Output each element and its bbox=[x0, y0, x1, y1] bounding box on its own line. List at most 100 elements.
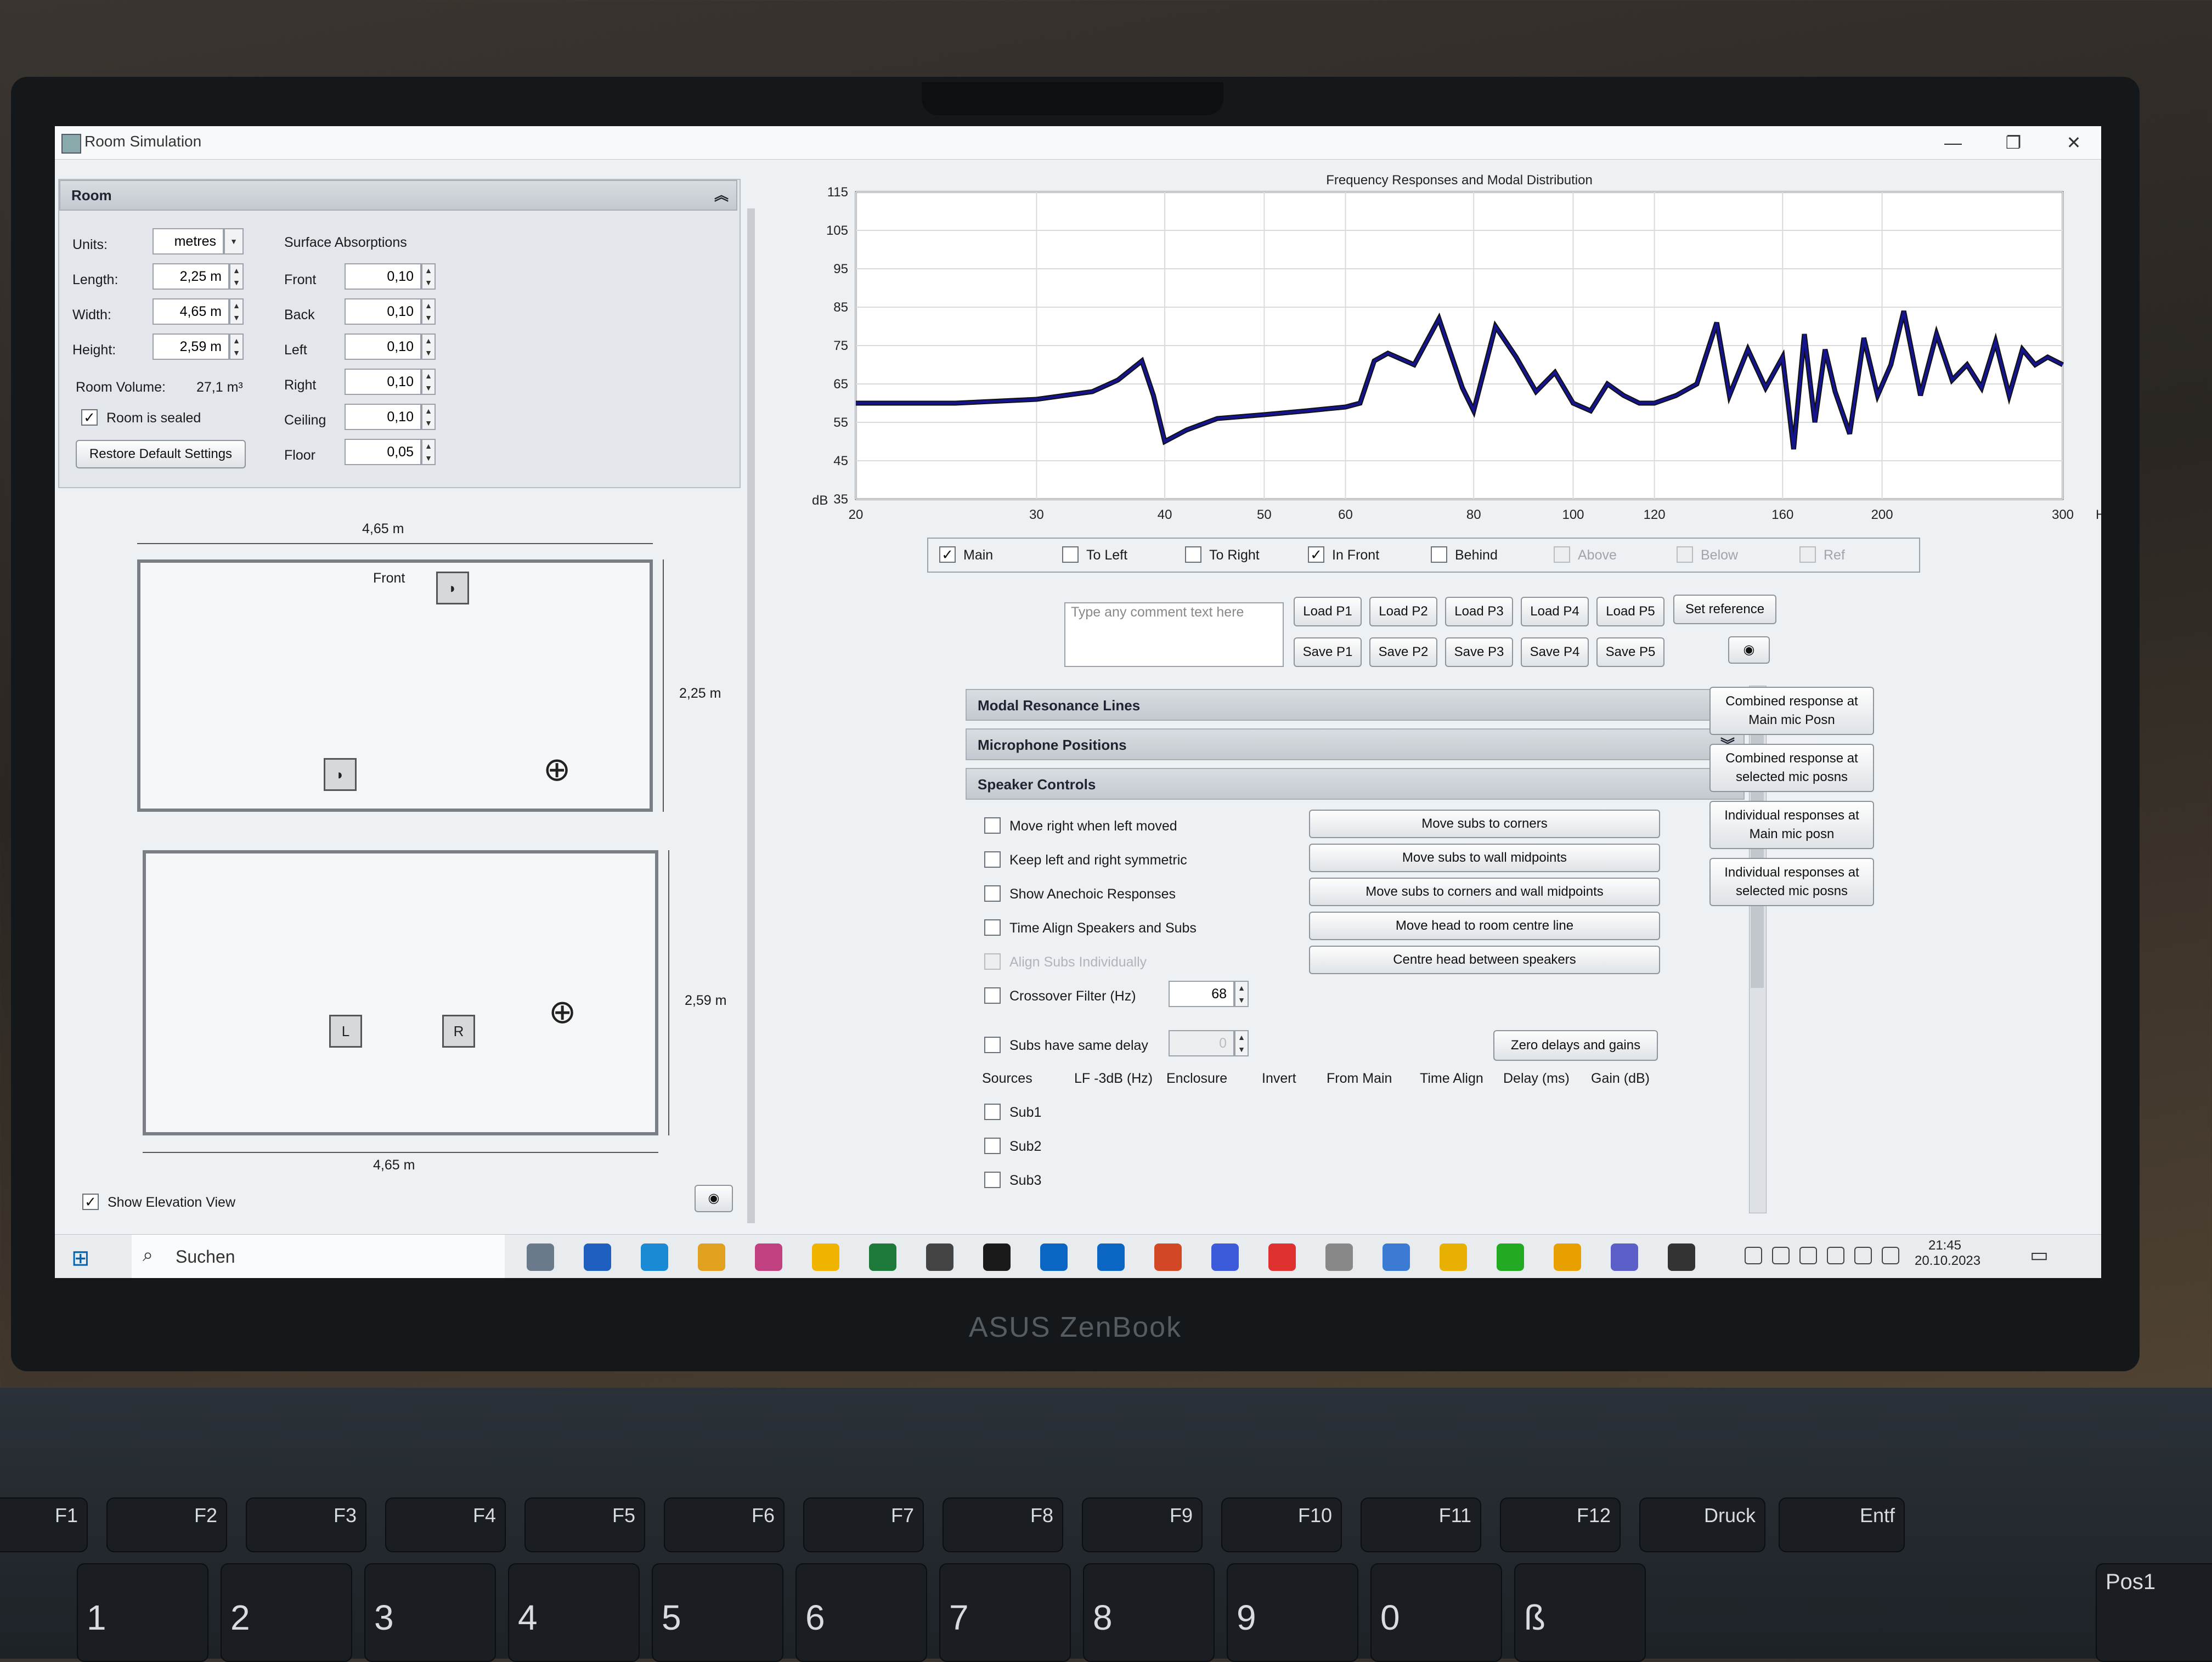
function-key[interactable]: F1 bbox=[0, 1497, 88, 1552]
absorption-field[interactable]: 0,10 bbox=[345, 369, 421, 395]
absorption-spinner[interactable]: ▲ ▼ bbox=[421, 369, 436, 395]
minimize-button[interactable]: — bbox=[1931, 129, 1975, 156]
speaker-action-button[interactable]: Centre head between speakers bbox=[1309, 946, 1660, 974]
speaker-action-button[interactable]: Move subs to corners bbox=[1309, 810, 1660, 838]
same-delay-field[interactable]: 0 bbox=[1169, 1030, 1234, 1056]
number-key[interactable]: 9 bbox=[1227, 1563, 1358, 1662]
excel-icon[interactable] bbox=[869, 1243, 896, 1271]
absorption-field[interactable]: 0,10 bbox=[345, 263, 421, 290]
speaker-plan-front[interactable]: ◗ bbox=[436, 572, 469, 604]
app-icon[interactable] bbox=[584, 1243, 611, 1271]
absorption-field[interactable]: 0,10 bbox=[345, 333, 421, 360]
network-icon[interactable] bbox=[1827, 1247, 1844, 1264]
app-icon[interactable] bbox=[1668, 1243, 1695, 1271]
powerpoint-icon[interactable] bbox=[1154, 1243, 1182, 1271]
app-icon[interactable] bbox=[1211, 1243, 1239, 1271]
chrome-icon[interactable] bbox=[1268, 1243, 1296, 1271]
legend-checkbox[interactable] bbox=[1062, 546, 1079, 563]
legend-checkbox[interactable] bbox=[1677, 546, 1693, 563]
speaker-right-elevation[interactable]: R bbox=[442, 1015, 475, 1048]
speaker-left-elevation[interactable]: L bbox=[329, 1015, 362, 1048]
length-spinner[interactable]: ▲ ▼ bbox=[229, 263, 244, 290]
legend-checkbox[interactable]: ✓ bbox=[939, 546, 956, 563]
function-key[interactable]: F6 bbox=[664, 1497, 785, 1552]
folder-icon[interactable] bbox=[812, 1243, 839, 1271]
number-key[interactable]: 6 bbox=[795, 1563, 927, 1662]
response-view-button[interactable]: Individual responses at selected mic pos… bbox=[1709, 858, 1874, 906]
absorption-spinner[interactable]: ▲ ▼ bbox=[421, 404, 436, 430]
acrobat-icon[interactable] bbox=[1440, 1243, 1467, 1271]
height-spinner[interactable]: ▲ ▼ bbox=[229, 333, 244, 360]
legend-checkbox[interactable] bbox=[1799, 546, 1816, 563]
width-field[interactable]: 4,65 m bbox=[153, 298, 229, 325]
notes-icon[interactable] bbox=[698, 1243, 725, 1271]
plan-room-outline[interactable] bbox=[137, 559, 653, 812]
show-elevation-checkbox[interactable]: ✓ bbox=[82, 1194, 99, 1210]
number-key[interactable]: ß bbox=[1514, 1563, 1646, 1662]
legend-checkbox[interactable]: ✓ bbox=[1308, 546, 1324, 563]
width-spinner[interactable]: ▲ ▼ bbox=[229, 298, 244, 325]
crossover-checkbox[interactable] bbox=[984, 987, 1001, 1004]
camera-icon[interactable]: ◉ bbox=[695, 1185, 733, 1212]
number-key[interactable]: 4 bbox=[508, 1563, 640, 1662]
app-icon[interactable] bbox=[1554, 1243, 1581, 1271]
function-key[interactable]: F8 bbox=[943, 1497, 1063, 1552]
set-reference-button[interactable]: Set reference bbox=[1673, 595, 1776, 624]
comment-input[interactable]: Type any comment text here bbox=[1064, 602, 1284, 667]
cloud-icon[interactable] bbox=[1799, 1247, 1817, 1264]
app-icon[interactable] bbox=[983, 1243, 1011, 1271]
function-key[interactable]: F2 bbox=[106, 1497, 227, 1552]
windows-start-icon[interactable]: ⊞ bbox=[71, 1246, 90, 1271]
volume-icon[interactable] bbox=[1882, 1247, 1899, 1264]
save-preset-button[interactable]: Save P4 bbox=[1521, 637, 1589, 667]
speaker-plan-sub[interactable]: ◗ bbox=[324, 758, 357, 791]
teams-icon[interactable] bbox=[1611, 1243, 1638, 1271]
music-icon[interactable] bbox=[755, 1243, 782, 1271]
height-field[interactable]: 2,59 m bbox=[153, 333, 229, 360]
restore-defaults-button[interactable]: Restore Default Settings bbox=[76, 440, 246, 468]
zero-delays-button[interactable]: Zero delays and gains bbox=[1493, 1030, 1658, 1061]
sub-checkbox[interactable] bbox=[984, 1172, 1001, 1188]
load-preset-button[interactable]: Load P4 bbox=[1521, 597, 1589, 626]
sub-checkbox[interactable] bbox=[984, 1138, 1001, 1154]
absorption-field[interactable]: 0,10 bbox=[345, 298, 421, 325]
absorption-field[interactable]: 0,10 bbox=[345, 404, 421, 430]
wifi-icon[interactable] bbox=[1854, 1247, 1872, 1264]
function-key[interactable]: F7 bbox=[803, 1497, 924, 1552]
frequency-response-chart[interactable]: Frequency Responses and Modal Distributi… bbox=[763, 165, 2101, 538]
load-preset-button[interactable]: Load P2 bbox=[1369, 597, 1437, 626]
speaker-option-checkbox[interactable] bbox=[984, 851, 1001, 868]
app-icon[interactable] bbox=[1383, 1243, 1410, 1271]
save-preset-button[interactable]: Save P1 bbox=[1294, 637, 1362, 667]
save-preset-button[interactable]: Save P2 bbox=[1369, 637, 1437, 667]
load-preset-button[interactable]: Load P1 bbox=[1294, 597, 1362, 626]
length-field[interactable]: 2,25 m bbox=[153, 263, 229, 290]
task-view-icon[interactable] bbox=[527, 1243, 554, 1271]
function-key[interactable]: F12 bbox=[1500, 1497, 1621, 1552]
splitter[interactable] bbox=[747, 208, 755, 1223]
clock[interactable]: 21:45 20.10.2023 bbox=[1915, 1238, 1980, 1269]
room-header[interactable]: Room ︽ bbox=[59, 180, 737, 211]
app-icon[interactable] bbox=[926, 1243, 953, 1271]
search-box[interactable]: ⌕ Suchen bbox=[132, 1235, 505, 1278]
response-view-button[interactable]: Combined response at selected mic posns bbox=[1709, 744, 1874, 792]
same-delay-checkbox[interactable] bbox=[984, 1037, 1001, 1053]
crossover-spinner[interactable]: ▲ ▼ bbox=[1234, 981, 1249, 1007]
save-preset-button[interactable]: Save P5 bbox=[1596, 637, 1664, 667]
legend-checkbox[interactable] bbox=[1185, 546, 1201, 563]
function-key[interactable]: F11 bbox=[1361, 1497, 1481, 1552]
speaker-option-checkbox[interactable] bbox=[984, 817, 1001, 834]
save-preset-button[interactable]: Save P3 bbox=[1445, 637, 1513, 667]
speaker-option-checkbox[interactable] bbox=[984, 919, 1001, 936]
function-key[interactable]: F10 bbox=[1221, 1497, 1342, 1552]
speaker-action-button[interactable]: Move subs to corners and wall midpoints bbox=[1309, 878, 1660, 906]
response-view-button[interactable]: Individual responses at Main mic posn bbox=[1709, 801, 1874, 849]
absorption-spinner[interactable]: ▲ ▼ bbox=[421, 298, 436, 325]
number-key[interactable]: 5 bbox=[652, 1563, 783, 1662]
legend-checkbox[interactable] bbox=[1431, 546, 1447, 563]
crossover-field[interactable]: 68 bbox=[1169, 981, 1234, 1007]
function-key[interactable]: F4 bbox=[385, 1497, 506, 1552]
chevron-up-icon[interactable] bbox=[1745, 1247, 1762, 1264]
listener-crosshair-icon[interactable]: ⊕ bbox=[543, 750, 571, 789]
function-key[interactable]: F9 bbox=[1082, 1497, 1203, 1552]
